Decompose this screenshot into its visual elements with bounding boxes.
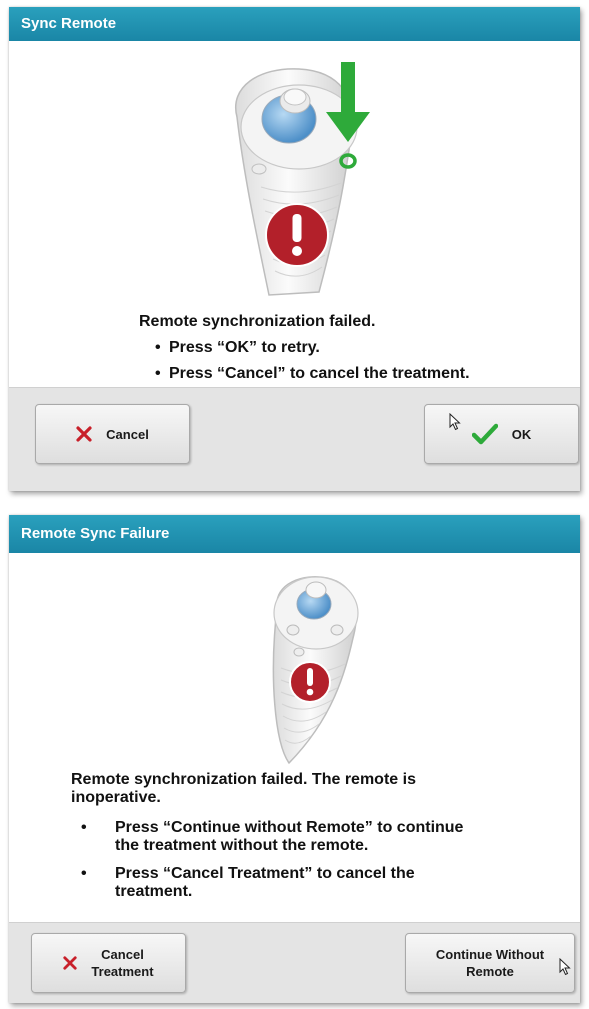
- bullet-item: • Press “Cancel Treatment” to cancel the…: [81, 865, 541, 901]
- bullet-item: • Press “OK” to retry.: [155, 339, 470, 357]
- cancel-button[interactable]: Cancel: [35, 404, 190, 464]
- continue-without-remote-label: Continue Without Remote: [436, 946, 544, 980]
- bullet-text: the treatment without the remote.: [115, 837, 369, 854]
- dialog-title-bar: Sync Remote: [9, 7, 580, 41]
- button-label-line: Remote: [466, 964, 514, 979]
- bullet-item: • Press “Continue without Remote” to con…: [81, 819, 541, 855]
- x-icon: [63, 956, 78, 970]
- bullet-text: Press “Cancel” to cancel the treatment.: [169, 365, 470, 382]
- cancel-treatment-label: Cancel Treatment: [91, 946, 153, 980]
- button-label-line: Treatment: [91, 964, 154, 979]
- message-line: inoperative.: [71, 789, 161, 806]
- mouse-pointer-icon: [449, 413, 461, 431]
- button-label-line: Cancel: [101, 947, 144, 962]
- ok-button-label: OK: [511, 426, 532, 442]
- dialog-footer: Cancel OK: [9, 387, 580, 491]
- continue-without-remote-button[interactable]: Continue Without Remote: [405, 933, 575, 993]
- checkmark-icon: [471, 423, 498, 445]
- message-text: Remote synchronization failed.: [139, 313, 376, 330]
- dialog-title: Remote Sync Failure: [21, 525, 170, 542]
- message-area: Remote synchronization failed. • Press “…: [139, 313, 470, 383]
- remote-sync-failure-dialog: Remote Sync Failure Remote synchronizati…: [9, 515, 580, 1003]
- dialog-footer: Cancel Treatment Continue Without Remote: [9, 922, 580, 1003]
- bullet-dot: •: [81, 819, 87, 836]
- x-icon: [76, 426, 92, 442]
- down-arrow-icon: [326, 62, 370, 169]
- bullet-text: Press “Cancel Treatment” to cancel the: [115, 865, 415, 882]
- sync-remote-dialog: Sync Remote Remote synchronization faile…: [9, 7, 580, 491]
- dialog-title: Sync Remote: [21, 15, 117, 32]
- message-line: Remote synchronization failed. The remot…: [71, 771, 416, 788]
- ok-button[interactable]: OK: [424, 404, 579, 464]
- bullet-dot: •: [155, 339, 161, 356]
- exclamation-icon: [289, 661, 331, 703]
- dialog-title-bar: Remote Sync Failure: [9, 515, 580, 553]
- bullet-text: Press “Continue without Remote” to conti…: [115, 819, 464, 836]
- bullet-dot: •: [81, 865, 87, 882]
- cancel-button-label: Cancel: [106, 426, 149, 442]
- bullet-item: • Press “Cancel” to cancel the treatment…: [155, 365, 470, 383]
- cancel-treatment-button[interactable]: Cancel Treatment: [31, 933, 186, 993]
- exclamation-icon: [265, 203, 329, 267]
- mouse-pointer-icon: [559, 958, 571, 976]
- bullet-text: treatment.: [115, 883, 193, 900]
- button-label-line: Continue Without: [435, 947, 545, 962]
- message-area: Remote synchronization failed. The remot…: [71, 771, 541, 901]
- bullet-text: Press “OK” to retry.: [169, 339, 320, 356]
- bullet-dot: •: [155, 365, 161, 382]
